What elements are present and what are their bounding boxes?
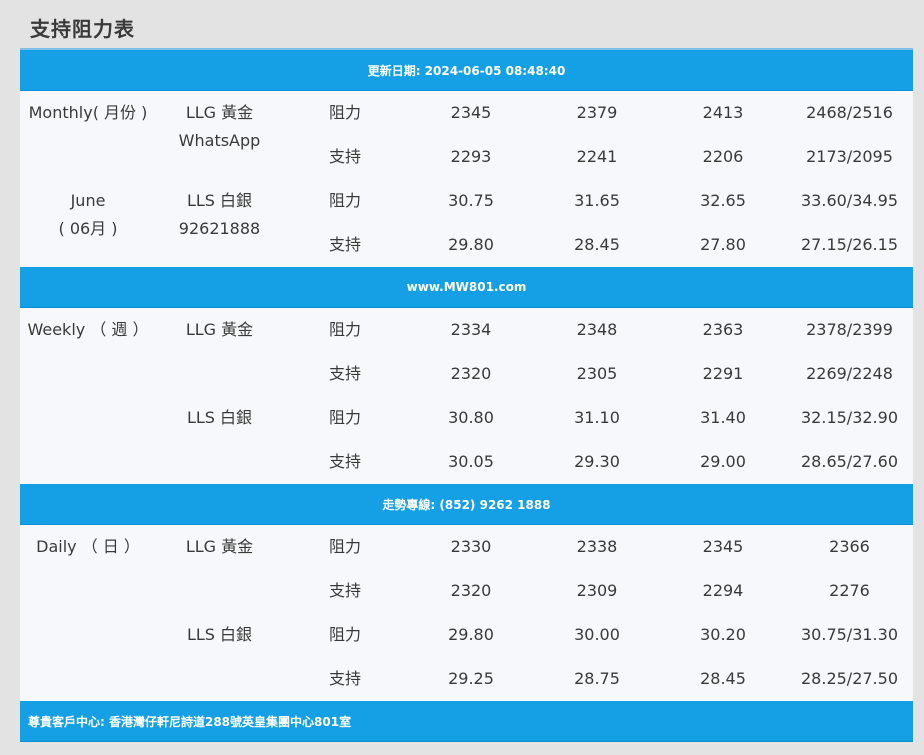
row-value-4: 27.15/26.15: [801, 235, 898, 254]
page-title: 支持阻力表: [30, 17, 135, 41]
table-row: 支持 2320 2309 2294 2276: [20, 569, 913, 613]
row-value-3: 2294: [702, 581, 744, 600]
row-value-3: 32.65: [700, 191, 746, 210]
row-value-2: 2338: [576, 537, 618, 556]
row-value-3: 2413: [702, 103, 744, 122]
table-row: 阻力 29.80 30.00 30.20 30.75/31.30: [20, 613, 913, 657]
row-value-2: 30.00: [574, 625, 620, 644]
row-value-4: 2378/2399: [806, 320, 893, 339]
row-value-2: 28.45: [574, 235, 620, 254]
row-value-2: 2305: [576, 364, 618, 383]
row-value-1: 2320: [450, 581, 492, 600]
row-value-3: 2291: [702, 364, 744, 383]
customer-center-banner: 尊貴客戶中心: 香港灣仔軒尼詩道288號英皇集團中心801室: [20, 701, 913, 742]
row-value-1: 29.80: [448, 625, 494, 644]
row-value-3: 28.45: [700, 669, 746, 688]
table-row: 支持 30.05 29.30 29.00 28.65/27.60: [20, 440, 913, 484]
row-value-3: 29.00: [700, 452, 746, 471]
row-value-2: 2348: [576, 320, 618, 339]
daily-section: Daily （ 日 ） LLG 黃金 LLS 白銀 阻力 2330 2338 2…: [20, 525, 913, 701]
table-row: 阻力 30.75 31.65 32.65 33.60/34.95: [20, 179, 913, 223]
row-type: 支持: [328, 581, 361, 600]
row-value-2: 2309: [576, 581, 618, 600]
row-value-3: 2363: [702, 320, 744, 339]
row-value-3: 27.80: [700, 235, 746, 254]
row-value-2: 2379: [576, 103, 618, 122]
table-row: 支持 29.25 28.75 28.45 28.25/27.50: [20, 657, 913, 701]
update-date-banner: 更新日期: 2024-06-05 08:48:40: [20, 50, 913, 91]
row-type: 支持: [328, 147, 361, 166]
row-value-1: 30.05: [448, 452, 494, 471]
row-value-4: 28.25/27.50: [801, 669, 898, 688]
row-value-2: 28.75: [574, 669, 620, 688]
row-value-2: 29.30: [574, 452, 620, 471]
row-value-3: 30.20: [700, 625, 746, 644]
hotline-banner: 走勢專線: (852) 9262 1888: [20, 484, 913, 525]
row-value-4: 2173/2095: [806, 147, 893, 166]
row-type: 支持: [328, 364, 361, 383]
row-value-2: 31.65: [574, 191, 620, 210]
row-value-4: 2366: [829, 537, 870, 556]
row-value-1: 2345: [450, 103, 492, 122]
row-value-4: 33.60/34.95: [801, 191, 898, 210]
table-row: 支持 2293 2241 2206 2173/2095: [20, 135, 913, 179]
row-value-4: 2276: [829, 581, 870, 600]
row-type: 阻力: [328, 625, 361, 644]
row-type: 阻力: [328, 320, 361, 339]
row-type: 阻力: [328, 103, 361, 122]
row-value-1: 30.75: [448, 191, 494, 210]
row-value-2: 31.10: [574, 408, 620, 427]
row-value-3: 31.40: [700, 408, 746, 427]
row-value-1: 29.25: [448, 669, 494, 688]
row-type: 阻力: [328, 408, 361, 427]
row-value-1: 30.80: [448, 408, 494, 427]
table-row: 支持 29.80 28.45 27.80 27.15/26.15: [20, 223, 913, 267]
row-value-4: 28.65/27.60: [801, 452, 898, 471]
row-type: 支持: [328, 669, 361, 688]
row-value-4: 30.75/31.30: [801, 625, 898, 644]
row-value-3: 2206: [702, 147, 744, 166]
table-row: 支持 2320 2305 2291 2269/2248: [20, 352, 913, 396]
row-value-1: 2293: [450, 147, 492, 166]
website-banner[interactable]: www.MW801.com: [20, 267, 913, 308]
row-value-1: 29.80: [448, 235, 494, 254]
row-value-1: 2330: [450, 537, 492, 556]
row-type: 阻力: [328, 191, 361, 210]
row-value-1: 2334: [450, 320, 492, 339]
table-row: 阻力 2330 2338 2345 2366: [20, 525, 913, 569]
table-row: 阻力 30.80 31.10 31.40 32.15/32.90: [20, 396, 913, 440]
row-type: 支持: [328, 235, 361, 254]
support-resistance-table: 更新日期: 2024-06-05 08:48:40 Monthly( 月份 ) …: [20, 48, 913, 742]
row-value-4: 2468/2516: [806, 103, 893, 122]
row-value-2: 2241: [576, 147, 618, 166]
row-value-1: 2320: [450, 364, 492, 383]
monthly-section: Monthly( 月份 ) June ( 06月 ) LLG 黃金 WhatsA…: [20, 91, 913, 267]
row-type: 支持: [328, 452, 361, 471]
row-type: 阻力: [328, 537, 361, 556]
table-row: 阻力 2334 2348 2363 2378/2399: [20, 308, 913, 352]
row-value-4: 2269/2248: [806, 364, 893, 383]
row-value-3: 2345: [702, 537, 744, 556]
table-row: 阻力 2345 2379 2413 2468/2516: [20, 91, 913, 135]
weekly-section: Weekly （ 週 ） LLG 黃金 LLS 白銀 阻力 2334 2348 …: [20, 308, 913, 484]
row-value-4: 32.15/32.90: [801, 408, 898, 427]
